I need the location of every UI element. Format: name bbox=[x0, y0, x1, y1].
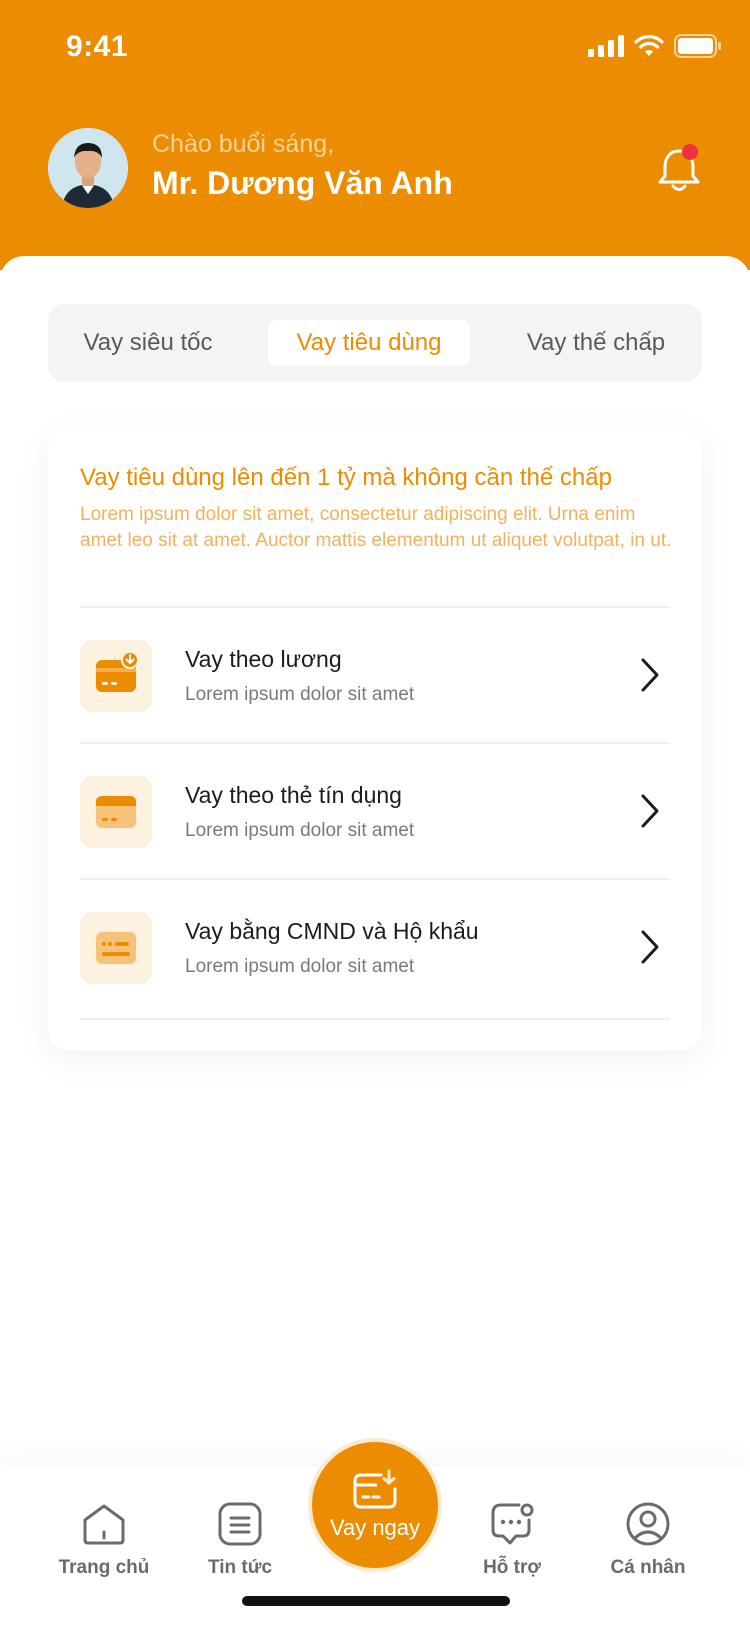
notification-dot bbox=[682, 144, 698, 160]
loan-option-salary[interactable]: Vay theo lương Lorem ipsum dolor sit ame… bbox=[80, 608, 670, 742]
chevron-right-icon bbox=[641, 658, 659, 692]
status-bar: 9:41 bbox=[0, 0, 750, 96]
home-indicator bbox=[242, 1596, 510, 1606]
nav-profile[interactable]: Cá nhân bbox=[588, 1502, 708, 1579]
borrow-now-label: Vay ngay bbox=[329, 1515, 421, 1540]
loan-options-card: Vay tiêu dùng lên đến 1 tỷ mà không cần … bbox=[48, 430, 702, 1050]
borrow-now-button[interactable]: Vay ngay bbox=[308, 1438, 442, 1572]
user-name: Mr. Dương Văn Anh bbox=[152, 165, 453, 201]
nav-profile-label: Cá nhân bbox=[610, 1557, 686, 1578]
nav-support-label: Hỗ trợ bbox=[483, 1557, 541, 1578]
loan-card-icon bbox=[353, 1469, 397, 1509]
id-card-icon bbox=[80, 912, 152, 984]
divider bbox=[80, 1018, 670, 1020]
promo-description: Lorem ipsum dolor sit amet, consectetur … bbox=[80, 504, 672, 551]
chevron-right-icon bbox=[641, 930, 659, 964]
news-icon bbox=[218, 1502, 262, 1546]
home-icon bbox=[83, 1504, 125, 1545]
credit-card-icon bbox=[80, 776, 152, 848]
nav-news[interactable]: Tin tức bbox=[180, 1502, 300, 1579]
nav-home[interactable]: Trang chủ bbox=[44, 1502, 164, 1579]
avatar-image bbox=[48, 128, 128, 208]
loan-option-subtitle: Lorem ipsum dolor sit amet bbox=[185, 684, 415, 705]
loan-option-id-card[interactable]: Vay bằng CMND và Hộ khẩu Lorem ipsum dol… bbox=[80, 880, 670, 1014]
user-profile-icon bbox=[626, 1502, 670, 1546]
greeting-text: Chào buổi sáng, bbox=[152, 130, 335, 158]
salary-card-icon bbox=[80, 640, 152, 712]
nav-support[interactable]: Hỗ trợ bbox=[452, 1502, 572, 1579]
loan-option-subtitle: Lorem ipsum dolor sit amet bbox=[185, 956, 415, 977]
header: 9:41 Chào buổi sáng, Mr. Dương Văn Anh bbox=[0, 0, 750, 270]
battery-icon bbox=[674, 34, 721, 58]
tab-vay-the-chap[interactable]: Vay thế chấp bbox=[504, 320, 688, 366]
loan-option-title: Vay theo lương bbox=[185, 646, 342, 672]
nav-home-label: Trang chủ bbox=[58, 1557, 150, 1578]
tab-vay-sieu-toc[interactable]: Vay siêu tốc bbox=[64, 320, 232, 366]
wifi-icon bbox=[634, 35, 664, 56]
nav-news-label: Tin tức bbox=[207, 1557, 273, 1578]
promo-title: Vay tiêu dùng lên đến 1 tỷ mà không cần … bbox=[80, 464, 612, 491]
status-icons bbox=[588, 34, 722, 58]
loan-option-title: Vay theo thẻ tín dụng bbox=[185, 782, 402, 808]
loan-option-title: Vay bằng CMND và Hộ khẩu bbox=[185, 918, 479, 944]
avatar[interactable] bbox=[48, 128, 128, 208]
loan-option-subtitle: Lorem ipsum dolor sit amet bbox=[185, 820, 415, 841]
chat-support-icon bbox=[491, 1503, 534, 1545]
loan-option-credit-card[interactable]: Vay theo thẻ tín dụng Lorem ipsum dolor … bbox=[80, 744, 670, 878]
loan-type-tabs: Vay siêu tốc Vay tiêu dùng Vay thế chấp bbox=[48, 304, 702, 382]
notification-button[interactable] bbox=[655, 143, 705, 195]
signal-icon bbox=[588, 35, 624, 57]
chevron-right-icon bbox=[641, 794, 659, 828]
status-time: 9:41 bbox=[66, 30, 129, 63]
tab-vay-tieu-dung[interactable]: Vay tiêu dùng bbox=[268, 320, 470, 366]
